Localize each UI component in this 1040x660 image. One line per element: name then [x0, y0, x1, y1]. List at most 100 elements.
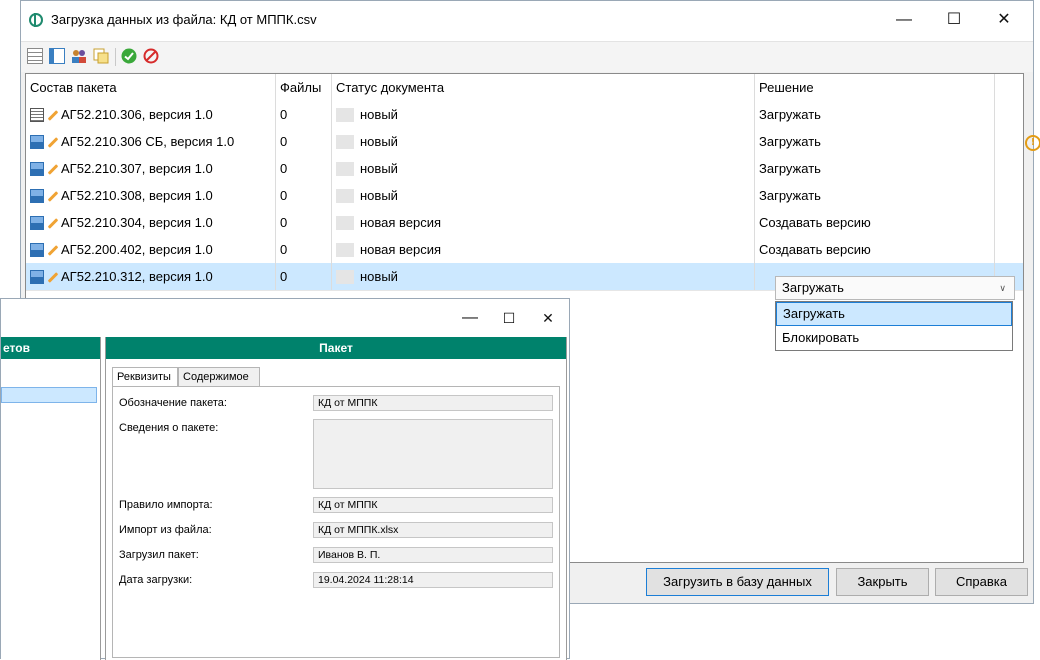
package-window-title-bar: — ☐ ✕ — [1, 299, 569, 337]
table-row[interactable]: АГ52.210.306 СБ, версия 1.0 0 новый Загр… — [26, 128, 1023, 156]
status-text: новая версия — [360, 242, 442, 257]
load-to-database-button[interactable]: Загрузить в базу данных — [646, 568, 829, 596]
files-cell: 0 — [276, 263, 332, 290]
decision-cell[interactable]: Загружать — [755, 101, 995, 128]
files-cell: 0 — [276, 101, 332, 128]
table-row[interactable]: АГ52.210.308, версия 1.0 0 новый Загружа… — [26, 182, 1023, 210]
import-rule-field[interactable]: КД от МППК — [313, 497, 553, 513]
package-cell: АГ52.210.308, версия 1.0 — [26, 182, 276, 209]
files-cell: 0 — [276, 182, 332, 209]
decision-select[interactable]: Загружать ∨ — [775, 276, 1015, 300]
files-cell: 0 — [276, 155, 332, 182]
pencil-icon — [46, 216, 58, 230]
assembly-icon — [30, 270, 44, 284]
copy-icon[interactable] — [93, 48, 109, 64]
package-info-field[interactable] — [313, 419, 553, 489]
table-row[interactable]: АГ52.210.306, версия 1.0 0 новый Загружа… — [26, 101, 1023, 129]
status-swatch — [336, 216, 354, 230]
pencil-icon — [46, 162, 58, 176]
column-header-package[interactable]: Состав пакета — [26, 74, 276, 101]
package-window: — ☐ ✕ етов Пакет Реквизиты Содержимое Об… — [0, 298, 570, 660]
column-header-status[interactable]: Статус документа — [332, 74, 755, 101]
decision-cell[interactable]: Загружать — [755, 155, 995, 182]
table-row[interactable]: АГ52.200.402, версия 1.0 0 новая версия … — [26, 236, 1023, 264]
package-panel-header: Пакет — [106, 337, 566, 359]
status-cell: новый — [332, 155, 755, 182]
chevron-down-icon: ∨ — [999, 283, 1006, 293]
pencil-icon — [46, 189, 58, 203]
minimize-button[interactable]: — — [889, 9, 919, 31]
import-file-field[interactable]: КД от МППК.xlsx — [313, 522, 553, 538]
status-cell: новый — [332, 101, 755, 128]
status-swatch — [336, 189, 354, 203]
toolbar-separator — [115, 48, 116, 66]
table-row[interactable]: АГ52.210.304, версия 1.0 0 новая версия … — [26, 209, 1023, 237]
maximize-button[interactable]: ☐ — [939, 9, 969, 31]
close-button[interactable]: ✕ — [989, 9, 1019, 31]
package-cell: АГ52.200.402, версия 1.0 — [26, 236, 276, 263]
close-button[interactable]: ✕ — [533, 307, 563, 329]
status-swatch — [336, 108, 354, 122]
pencil-icon — [46, 270, 58, 284]
status-cell: новая версия — [332, 209, 755, 236]
package-cell: АГ52.210.304, версия 1.0 — [26, 209, 276, 236]
tab-contents[interactable]: Содержимое — [178, 367, 260, 387]
pencil-icon — [46, 243, 58, 257]
option-block[interactable]: Блокировать — [776, 326, 1012, 350]
field-label: Сведения о пакете: — [119, 422, 219, 434]
status-cell: новый — [332, 128, 755, 155]
minimize-button[interactable]: — — [455, 307, 485, 329]
package-designation-field[interactable]: КД от МППК — [313, 395, 553, 411]
tab-requisites[interactable]: Реквизиты — [112, 367, 178, 387]
package-cell: АГ52.210.307, версия 1.0 — [26, 155, 276, 182]
decision-cell[interactable]: Загружать — [755, 128, 995, 155]
package-name: АГ52.210.304, версия 1.0 — [61, 215, 213, 230]
status-swatch — [336, 135, 354, 149]
package-cell: АГ52.210.312, версия 1.0 — [26, 263, 276, 290]
decision-cell[interactable]: Загружать — [755, 182, 995, 209]
maximize-button[interactable]: ☐ — [494, 307, 524, 329]
loaded-by-field[interactable]: Иванов В. П. — [313, 547, 553, 563]
package-cell: АГ52.210.306 СБ, версия 1.0 — [26, 128, 276, 155]
list-icon[interactable] — [27, 48, 43, 64]
list-item-selected[interactable] — [1, 387, 97, 403]
option-load[interactable]: Загружать — [776, 302, 1012, 326]
status-cell: новый — [332, 263, 755, 290]
decision-cell[interactable]: Создавать версию — [755, 236, 995, 263]
load-date-field[interactable]: 19.04.2024 11:28:14 — [313, 572, 553, 588]
app-logo-icon — [29, 13, 43, 27]
field-label: Импорт из файла: — [119, 524, 212, 536]
warning-icon[interactable]: ! — [1025, 135, 1040, 151]
window-title: Загрузка данных из файла: КД от МППК.csv — [51, 12, 317, 27]
assembly-icon — [30, 135, 44, 149]
files-cell: 0 — [276, 128, 332, 155]
column-header-decision[interactable]: Решение — [755, 74, 995, 101]
table-row[interactable]: АГ52.210.307, версия 1.0 0 новый Загружа… — [26, 155, 1023, 183]
pencil-icon — [46, 135, 58, 149]
help-button[interactable]: Справка — [935, 568, 1028, 596]
decision-select-value: Загружать — [782, 280, 844, 295]
assembly-icon — [30, 216, 44, 230]
field-label: Загрузил пакет: — [119, 549, 199, 561]
field-label: Правило импорта: — [119, 499, 213, 511]
package-details-panel: Пакет Реквизиты Содержимое Обозначение п… — [105, 337, 567, 660]
grid-header: Состав пакета Файлы Статус документа Реш… — [26, 74, 1023, 102]
users-icon[interactable] — [71, 48, 87, 64]
pencil-icon — [46, 108, 58, 122]
close-dialog-button[interactable]: Закрыть — [836, 568, 929, 596]
decision-cell[interactable]: Создавать версию — [755, 209, 995, 236]
field-label: Обозначение пакета: — [119, 397, 227, 409]
tree-icon[interactable] — [49, 48, 65, 64]
package-name: АГ52.210.307, версия 1.0 — [61, 161, 213, 176]
status-swatch — [336, 243, 354, 257]
toolbar — [21, 41, 1033, 72]
status-text: новый — [360, 269, 398, 284]
check-icon[interactable] — [121, 48, 137, 64]
requisites-form: Обозначение пакета: КД от МППК Сведения … — [112, 386, 560, 658]
status-text: новая версия — [360, 215, 442, 230]
column-header-files[interactable]: Файлы — [276, 74, 332, 101]
package-name: АГ52.200.402, версия 1.0 — [61, 242, 213, 257]
status-cell: новый — [332, 182, 755, 209]
package-name: АГ52.210.306 СБ, версия 1.0 — [61, 134, 235, 149]
cancel-icon[interactable] — [143, 48, 159, 64]
